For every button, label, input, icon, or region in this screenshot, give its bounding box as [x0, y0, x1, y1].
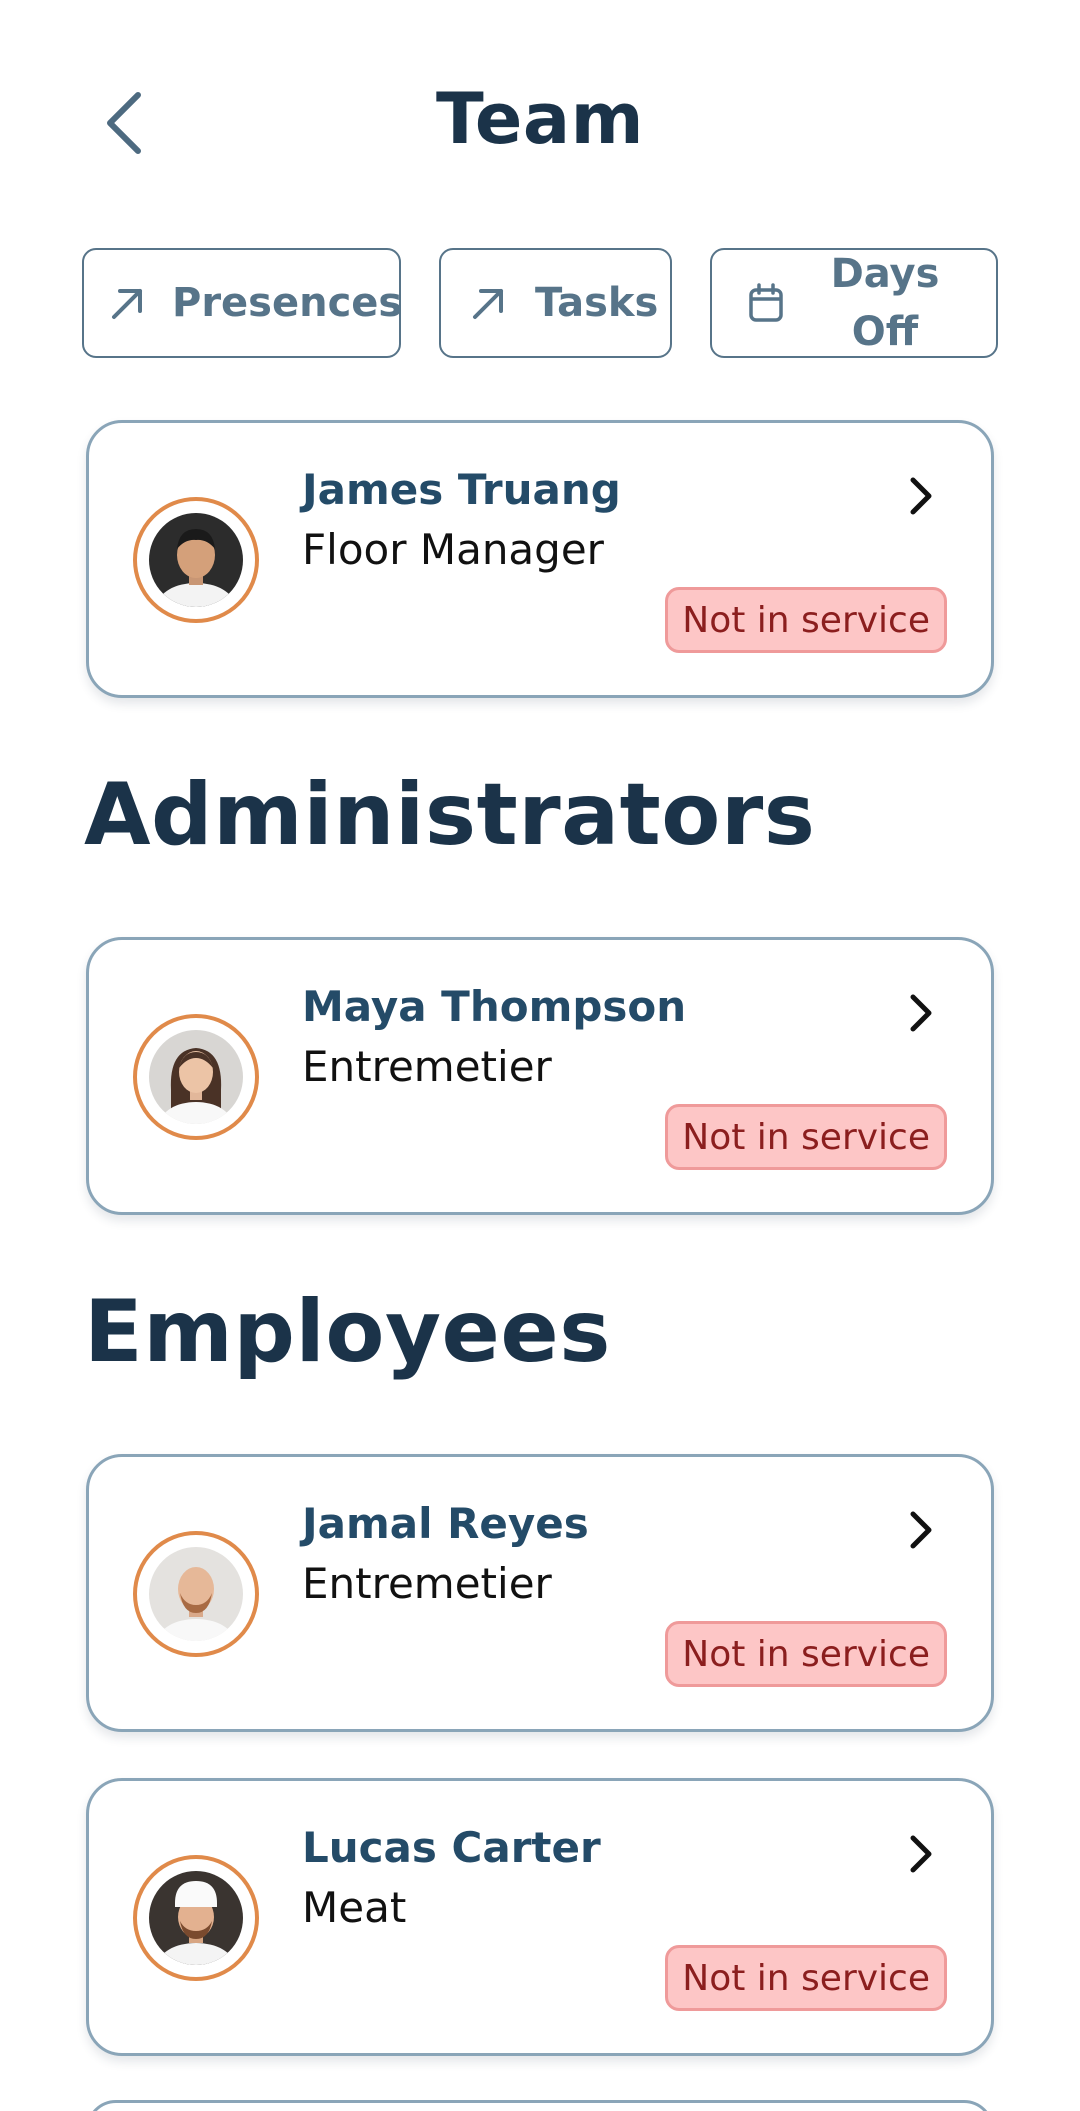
chevron-right-icon [901, 471, 941, 521]
avatar [133, 1531, 259, 1657]
avatar [133, 1014, 259, 1140]
status-badge: Not in service [665, 1945, 947, 2011]
chevron-right-icon [901, 1829, 941, 1879]
header: Team [0, 0, 1080, 245]
member-role: Meat [302, 1883, 407, 1932]
tasks-label: Tasks [535, 280, 659, 326]
member-name: Maya Thompson [302, 982, 687, 1031]
member-role: Entremetier [302, 1042, 552, 1091]
member-name: James Truang [302, 465, 621, 514]
avatar-photo [149, 1871, 243, 1965]
calendar-icon [746, 283, 786, 323]
section-title-administrators: Administrators [84, 765, 816, 865]
status-badge: Not in service [665, 1621, 947, 1687]
days-off-label: Days Off [786, 245, 996, 361]
status-badge: Not in service [665, 587, 947, 653]
member-name: Lucas Carter [302, 1823, 601, 1872]
member-role: Floor Manager [302, 525, 604, 574]
days-off-button[interactable]: Days Off [710, 248, 998, 358]
avatar-photo [149, 513, 243, 607]
member-card-admin[interactable]: Maya Thompson Entremetier Not in service [86, 937, 994, 1215]
days-off-label-line2: Off [851, 309, 919, 355]
section-title-employees: Employees [84, 1282, 611, 1382]
member-card-partial[interactable] [86, 2100, 994, 2111]
action-bar: Presences Tasks Days Off [82, 248, 998, 358]
chevron-right-icon [901, 988, 941, 1038]
tasks-button[interactable]: Tasks [439, 248, 672, 358]
status-badge: Not in service [665, 1104, 947, 1170]
chevron-right-icon [901, 1505, 941, 1555]
presences-button[interactable]: Presences [82, 248, 403, 358]
avatar-photo [149, 1547, 243, 1641]
member-card-manager[interactable]: James Truang Floor Manager Not in servic… [86, 420, 994, 698]
member-name: Jamal Reyes [302, 1499, 589, 1548]
presences-label: Presences [172, 280, 403, 326]
member-card-employee[interactable]: Lucas Carter Meat Not in service [86, 1778, 994, 2056]
member-card-employee[interactable]: Jamal Reyes Entremetier Not in service [86, 1454, 994, 1732]
page-title: Team [435, 78, 645, 160]
arrow-up-right-icon [469, 283, 509, 323]
avatar [133, 1855, 259, 1981]
days-off-label-line1: Days [830, 251, 940, 297]
arrow-up-right-icon [110, 283, 146, 323]
team-screen: Team Presences Tasks Days Off James Trua… [0, 0, 1080, 2111]
avatar [133, 497, 259, 623]
avatar-photo [149, 1030, 243, 1124]
member-role: Entremetier [302, 1559, 552, 1608]
